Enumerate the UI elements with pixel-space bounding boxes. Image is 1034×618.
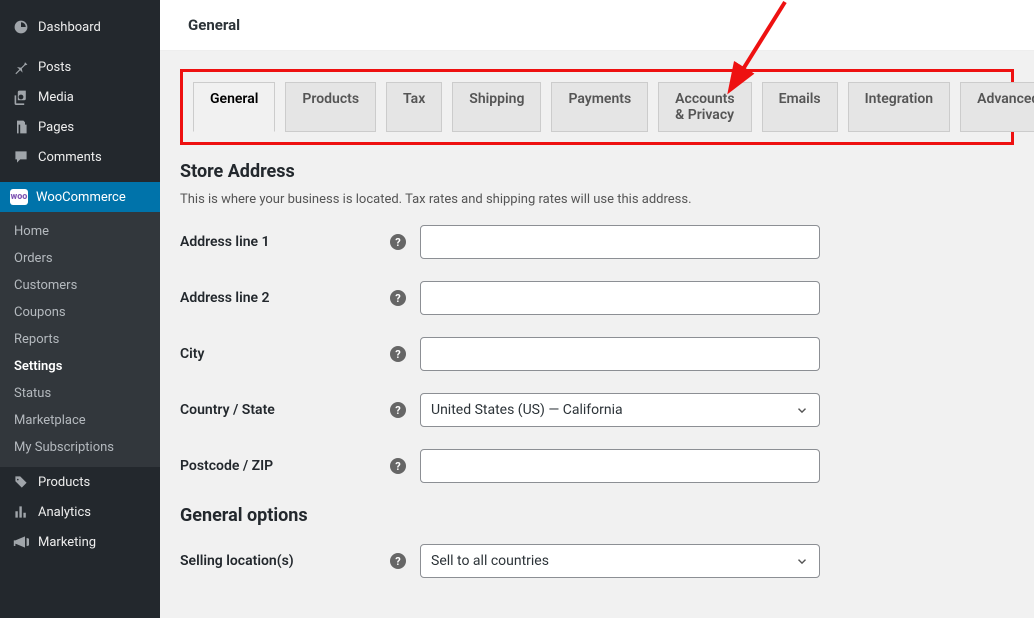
sub-item-coupons[interactable]: Coupons: [0, 299, 160, 326]
woo-icon: woo: [10, 189, 28, 205]
tab-payments[interactable]: Payments: [551, 82, 648, 132]
help-icon[interactable]: ?: [390, 402, 406, 418]
select-selling-locations[interactable]: Sell to all countries: [420, 544, 820, 578]
sidebar-item-woocommerce[interactable]: woo WooCommerce: [0, 182, 160, 212]
dashboard-icon: [10, 19, 32, 35]
sidebar-item-label: Dashboard: [38, 20, 101, 35]
sub-item-customers[interactable]: Customers: [0, 272, 160, 299]
sidebar-item-marketing[interactable]: Marketing: [0, 527, 160, 557]
sidebar-item-pages[interactable]: Pages: [0, 112, 160, 142]
media-icon: [10, 89, 32, 105]
chevron-down-icon: [795, 554, 809, 568]
woocommerce-submenu: Home Orders Customers Coupons Reports Se…: [0, 212, 160, 467]
sidebar-item-label: Marketing: [38, 535, 96, 550]
select-country-state[interactable]: United States (US) — California: [420, 393, 820, 427]
tab-shipping[interactable]: Shipping: [452, 82, 541, 132]
admin-sidebar: Dashboard Posts Media Pages Comments woo…: [0, 0, 160, 618]
sidebar-item-analytics[interactable]: Analytics: [0, 497, 160, 527]
sidebar-item-dashboard[interactable]: Dashboard: [0, 12, 160, 42]
pages-icon: [10, 119, 32, 135]
page-title: General: [160, 0, 1034, 51]
label-city: City: [180, 346, 390, 362]
input-address-line-2[interactable]: [420, 281, 820, 315]
select-value: United States (US) — California: [431, 402, 623, 418]
tab-products[interactable]: Products: [285, 82, 376, 132]
marketing-icon: [10, 534, 32, 550]
tab-advanced[interactable]: Advanced: [960, 82, 1034, 132]
sidebar-item-label: WooCommerce: [36, 190, 126, 205]
help-icon[interactable]: ?: [390, 290, 406, 306]
tab-general[interactable]: General: [193, 82, 275, 132]
comment-icon: [10, 149, 32, 165]
sub-item-my-subscriptions[interactable]: My Subscriptions: [0, 434, 160, 461]
sidebar-item-comments[interactable]: Comments: [0, 142, 160, 172]
sidebar-item-label: Media: [38, 90, 74, 105]
help-icon[interactable]: ?: [390, 234, 406, 250]
select-value: Sell to all countries: [431, 553, 549, 569]
label-address-line-1: Address line 1: [180, 234, 390, 250]
pin-icon: [10, 59, 32, 75]
tab-integration[interactable]: Integration: [848, 82, 950, 132]
input-postcode[interactable]: [420, 449, 820, 483]
sidebar-item-products[interactable]: Products: [0, 467, 160, 497]
input-city[interactable]: [420, 337, 820, 371]
sub-item-marketplace[interactable]: Marketplace: [0, 407, 160, 434]
input-address-line-1[interactable]: [420, 225, 820, 259]
label-postcode: Postcode / ZIP: [180, 458, 390, 474]
chevron-down-icon: [795, 403, 809, 417]
products-icon: [10, 474, 32, 490]
label-country-state: Country / State: [180, 402, 390, 418]
label-address-line-2: Address line 2: [180, 290, 390, 306]
sub-item-settings[interactable]: Settings: [0, 353, 160, 380]
section-general-options-title: General options: [180, 505, 1014, 526]
tab-accounts-privacy[interactable]: Accounts & Privacy: [658, 82, 751, 132]
help-icon[interactable]: ?: [390, 346, 406, 362]
tab-tax[interactable]: Tax: [386, 82, 442, 132]
sub-item-status[interactable]: Status: [0, 380, 160, 407]
settings-tabs: General Products Tax Shipping Payments A…: [180, 69, 1014, 145]
sidebar-item-label: Posts: [38, 60, 71, 75]
help-icon[interactable]: ?: [390, 553, 406, 569]
section-store-address-title: Store Address: [180, 161, 1014, 182]
main-content: General General Products Tax Shipping Pa…: [160, 0, 1034, 618]
sidebar-item-media[interactable]: Media: [0, 82, 160, 112]
sidebar-item-label: Comments: [38, 150, 102, 165]
sidebar-item-label: Pages: [38, 120, 74, 135]
label-selling-locations: Selling location(s): [180, 553, 390, 569]
help-icon[interactable]: ?: [390, 458, 406, 474]
sidebar-item-label: Analytics: [38, 505, 91, 520]
sidebar-item-label: Products: [38, 475, 90, 490]
tab-emails[interactable]: Emails: [762, 82, 838, 132]
sidebar-item-posts[interactable]: Posts: [0, 52, 160, 82]
sub-item-orders[interactable]: Orders: [0, 245, 160, 272]
section-store-address-desc: This is where your business is located. …: [180, 192, 1014, 207]
analytics-icon: [10, 504, 32, 520]
sub-item-home[interactable]: Home: [0, 218, 160, 245]
sub-item-reports[interactable]: Reports: [0, 326, 160, 353]
